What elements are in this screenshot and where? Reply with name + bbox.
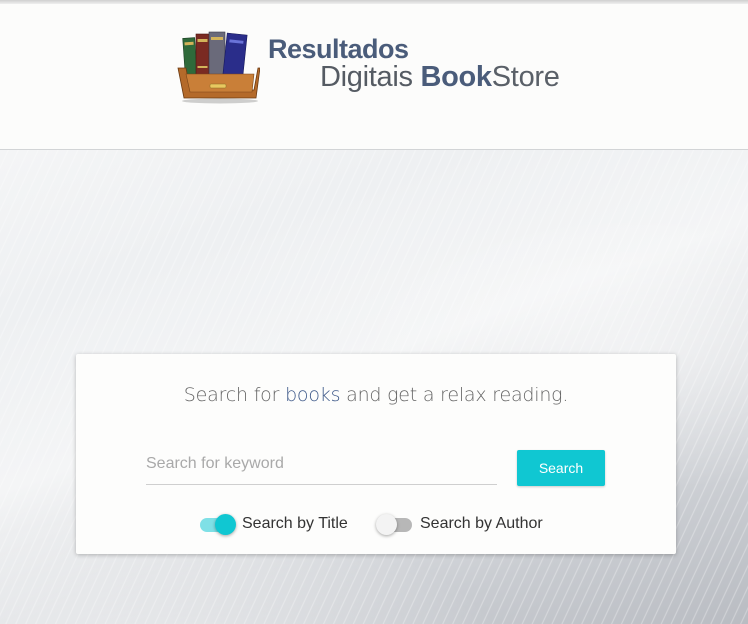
tagline-after: and get a relax reading. bbox=[340, 384, 569, 406]
author-toggle-switch[interactable] bbox=[376, 514, 414, 535]
keyword-search-input[interactable] bbox=[146, 449, 497, 485]
search-tagline: Search for books and get a relax reading… bbox=[76, 384, 676, 406]
site-header: Resultados Digitais BookStore bbox=[0, 4, 748, 150]
toggle-search-by-title[interactable]: Search by Title bbox=[198, 512, 348, 536]
title-toggle-label: Search by Title bbox=[242, 515, 348, 532]
search-card: Search for books and get a relax reading… bbox=[76, 354, 676, 554]
logo-word-digitais: Digitais bbox=[320, 61, 413, 93]
title-toggle-switch[interactable] bbox=[198, 514, 236, 535]
logo-text: Resultados Digitais BookStore bbox=[268, 34, 578, 104]
switch-knob bbox=[215, 514, 236, 535]
author-toggle-label: Search by Author bbox=[420, 515, 543, 532]
tagline-before: Search for bbox=[183, 384, 286, 406]
search-button[interactable]: Search bbox=[517, 450, 605, 486]
logo-line-digitais-bookstore: Digitais BookStore bbox=[320, 61, 560, 94]
store-logo[interactable]: Resultados Digitais BookStore bbox=[176, 28, 576, 108]
switch-knob bbox=[376, 514, 397, 535]
bookshelf-icon bbox=[177, 31, 260, 104]
logo-word-book: Book bbox=[420, 61, 492, 93]
toggle-search-by-author[interactable]: Search by Author bbox=[376, 512, 543, 536]
tagline-highlight-books: books bbox=[285, 384, 341, 406]
logo-word-store: Store bbox=[491, 61, 560, 93]
